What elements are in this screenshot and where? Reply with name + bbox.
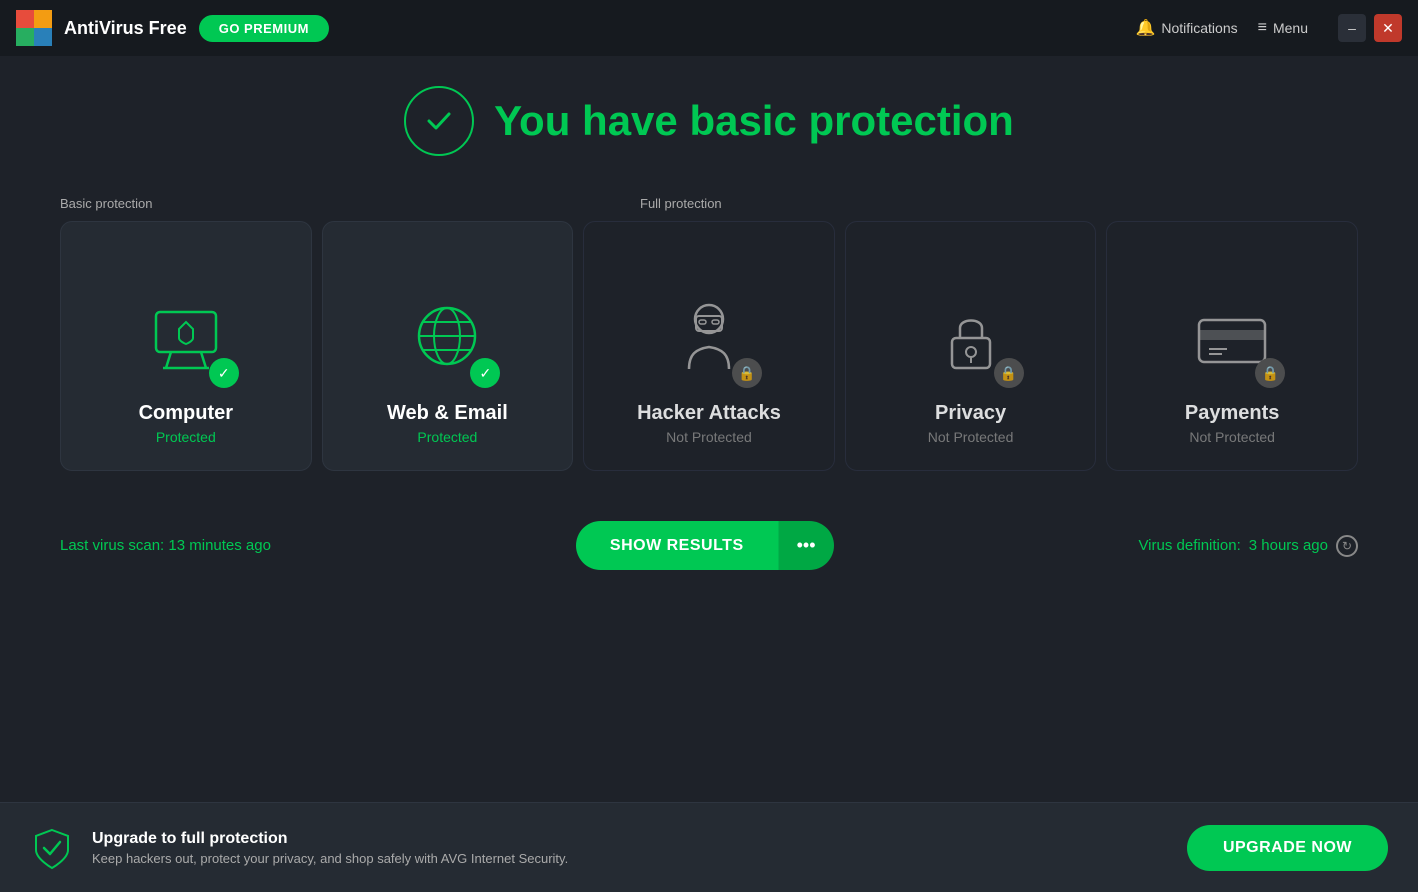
menu-label: Menu <box>1273 20 1308 36</box>
app-title: AntiVirus Free <box>64 18 187 39</box>
window-controls: – ✕ <box>1338 14 1402 42</box>
privacy-icon-wrapper: 🔒 <box>926 294 1016 384</box>
menu-icon: ≡ <box>1258 19 1267 37</box>
payments-card-status: Not Protected <box>1189 429 1275 445</box>
hacker-attacks-icon-wrapper: 🔒 <box>664 294 754 384</box>
web-email-status-badge: ✓ <box>470 358 500 388</box>
hero-text-prefix: You have <box>494 97 689 144</box>
avg-logo-icon <box>16 10 52 46</box>
payments-card-title: Payments <box>1185 402 1280 425</box>
show-results-button[interactable]: SHOW RESULTS <box>576 521 778 570</box>
computer-icon-wrapper: ✓ <box>141 294 231 384</box>
check-circle-icon <box>404 86 474 156</box>
menu-nav[interactable]: ≡ Menu <box>1258 19 1308 37</box>
computer-status-badge: ✓ <box>209 358 239 388</box>
computer-card-title: Computer <box>139 402 233 425</box>
main-content: You have basic protection Basic protecti… <box>0 56 1418 570</box>
checkmark-icon <box>423 105 455 137</box>
virus-definition: Virus definition: 3 hours ago ↻ <box>1138 535 1358 557</box>
hero-title: You have basic protection <box>494 97 1014 145</box>
upgrade-left: Upgrade to full protection Keep hackers … <box>30 826 568 870</box>
more-options-button[interactable]: ••• <box>778 521 834 570</box>
upgrade-now-button[interactable]: UPGRADE NOW <box>1187 825 1388 871</box>
scan-buttons: SHOW RESULTS ••• <box>576 521 834 570</box>
privacy-card[interactable]: 🔒 Privacy Not Protected <box>845 221 1097 471</box>
web-email-card-status: Protected <box>417 429 477 445</box>
bell-icon: 🔔 <box>1135 18 1155 38</box>
go-premium-button[interactable]: GO PREMIUM <box>199 15 329 42</box>
minimize-button[interactable]: – <box>1338 14 1366 42</box>
hacker-attacks-card-status: Not Protected <box>666 429 752 445</box>
cards-row: ✓ Computer Protected ✓ Web & Email Prote… <box>60 221 1358 471</box>
computer-card[interactable]: ✓ Computer Protected <box>60 221 312 471</box>
hacker-attacks-card[interactable]: 🔒 Hacker Attacks Not Protected <box>583 221 835 471</box>
virus-def-time: 3 hours ago <box>1249 537 1328 554</box>
scan-info: Last virus scan: 13 minutes ago <box>60 537 271 554</box>
title-bar-left: AntiVirus Free GO PREMIUM <box>16 10 329 46</box>
upgrade-text: Upgrade to full protection Keep hackers … <box>92 830 568 866</box>
notifications-label: Notifications <box>1161 20 1237 36</box>
virus-def-label: Virus definition: <box>1138 537 1240 554</box>
scan-label: Last virus scan: <box>60 537 168 554</box>
scan-time: 13 minutes ago <box>168 537 271 554</box>
shield-upgrade-icon <box>30 826 74 870</box>
full-protection-label: Full protection <box>640 196 1358 211</box>
title-bar: AntiVirus Free GO PREMIUM 🔔 Notification… <box>0 0 1418 56</box>
basic-protection-label: Basic protection <box>60 196 640 211</box>
hacker-attacks-card-title: Hacker Attacks <box>637 402 781 425</box>
upgrade-banner: Upgrade to full protection Keep hackers … <box>0 802 1418 892</box>
privacy-status-badge: 🔒 <box>994 358 1024 388</box>
refresh-icon[interactable]: ↻ <box>1336 535 1358 557</box>
section-labels: Basic protection Full protection <box>60 196 1358 211</box>
close-button[interactable]: ✕ <box>1374 14 1402 42</box>
payments-icon-wrapper: 🔒 <box>1187 294 1277 384</box>
privacy-card-status: Not Protected <box>928 429 1014 445</box>
computer-card-status: Protected <box>156 429 216 445</box>
notifications-nav[interactable]: 🔔 Notifications <box>1135 18 1237 38</box>
web-email-card[interactable]: ✓ Web & Email Protected <box>322 221 574 471</box>
payments-status-badge: 🔒 <box>1255 358 1285 388</box>
web-email-card-title: Web & Email <box>387 402 508 425</box>
hacker-attacks-status-badge: 🔒 <box>732 358 762 388</box>
privacy-card-title: Privacy <box>935 402 1006 425</box>
hero-section: You have basic protection <box>60 86 1358 156</box>
bottom-bar: Last virus scan: 13 minutes ago SHOW RES… <box>60 521 1358 570</box>
payments-card[interactable]: 🔒 Payments Not Protected <box>1106 221 1358 471</box>
upgrade-description: Keep hackers out, protect your privacy, … <box>92 851 568 866</box>
hero-text-highlight: basic protection <box>689 97 1013 144</box>
upgrade-title: Upgrade to full protection <box>92 830 568 848</box>
title-bar-right: 🔔 Notifications ≡ Menu – ✕ <box>1135 14 1402 42</box>
web-email-icon-wrapper: ✓ <box>402 294 492 384</box>
